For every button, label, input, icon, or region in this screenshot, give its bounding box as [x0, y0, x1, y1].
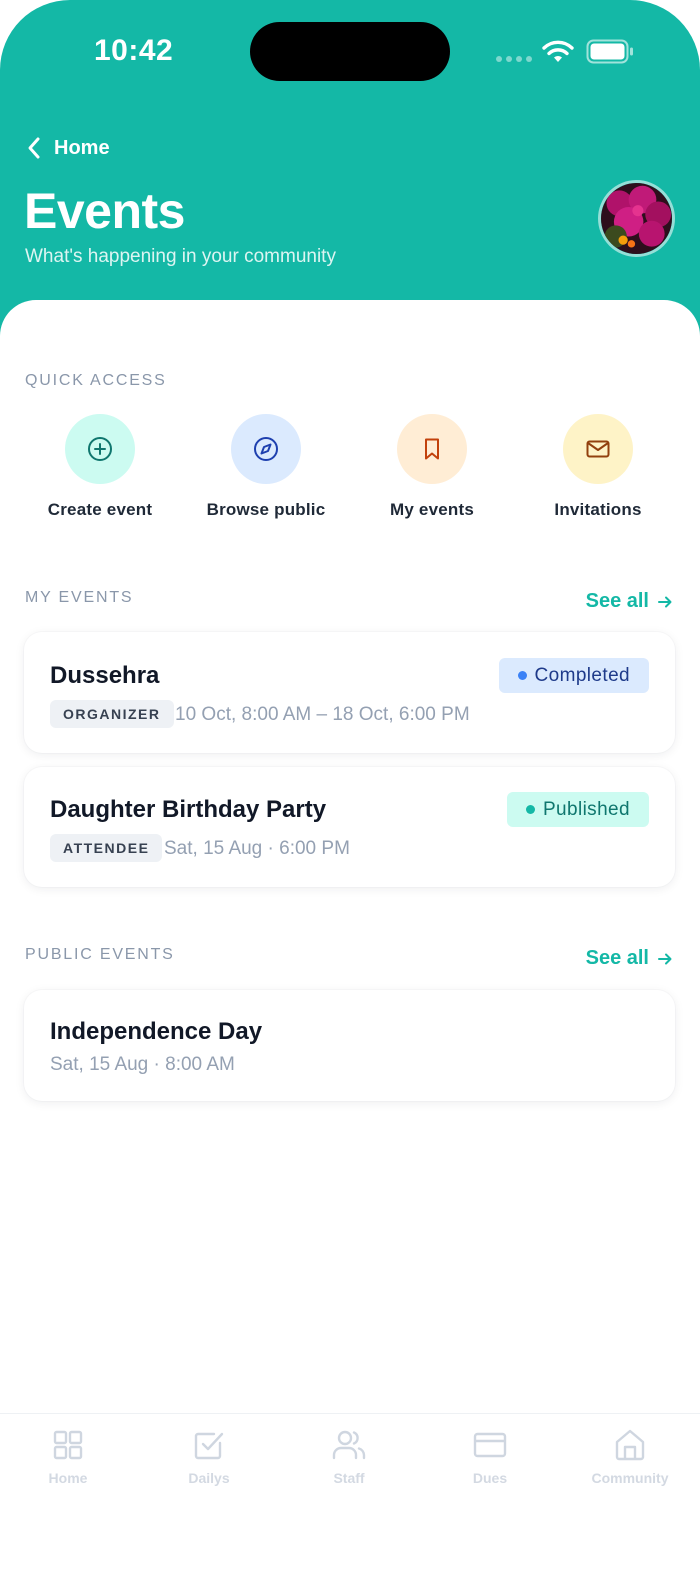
header: 10:42 Home Events What's happening in yo…	[0, 0, 700, 340]
app-screen: 10:42 Home Events What's happening in yo…	[0, 0, 700, 1571]
event-title: Dussehra	[50, 662, 160, 689]
role-badge: ORGANIZER	[50, 700, 174, 728]
back-button[interactable]: Home	[26, 136, 110, 160]
quick-create-event[interactable]: Create event	[17, 414, 183, 520]
mail-icon	[586, 440, 610, 458]
event-datetime: 10 Oct, 8:00 AM – 18 Oct, 6:00 PM	[175, 704, 470, 725]
tab-dailys[interactable]: Dailys	[149, 1428, 269, 1486]
compass-icon	[254, 437, 278, 461]
cellular-signal-icon	[496, 56, 532, 62]
back-label: Home	[54, 136, 110, 159]
bottom-tab-bar: Home Dailys Staff Dues Community	[0, 1413, 700, 1571]
event-title: Independence Day	[50, 1018, 263, 1045]
quick-access-label-create: Create event	[47, 500, 153, 519]
users-icon	[332, 1430, 366, 1460]
event-datetime: Sat, 15 Aug · 8:00 AM	[50, 1054, 235, 1075]
bookmark-icon	[425, 438, 439, 460]
event-title: Daughter Birthday Party	[50, 796, 327, 823]
browse-public-circle	[231, 414, 301, 484]
event-card-independence-day[interactable]: Independence Day Sat, 15 Aug · 8:00 AM	[24, 990, 675, 1101]
wifi-icon	[542, 40, 574, 62]
chevron-left-icon	[28, 137, 40, 159]
tab-label: Community	[591, 1470, 669, 1486]
avatar-image	[601, 183, 672, 254]
status-label: Completed	[534, 664, 630, 686]
tab-label: Dues	[472, 1470, 508, 1486]
tab-dues[interactable]: Dues	[430, 1428, 550, 1486]
tab-community[interactable]: Community	[570, 1428, 690, 1486]
event-card-dussehra[interactable]: Dussehra Completed ORGANIZER 10 Oct, 8:0…	[24, 632, 675, 753]
battery-icon	[586, 39, 633, 64]
status-dot	[517, 671, 527, 680]
tab-label: Staff	[333, 1470, 365, 1486]
see-all-label: See all	[585, 947, 649, 969]
grid-icon	[53, 1430, 83, 1460]
my-events-see-all[interactable]: See all	[586, 590, 673, 613]
quick-invitations[interactable]: Invitations	[515, 414, 681, 520]
plus-circle-icon	[88, 437, 112, 461]
checkbox-icon	[194, 1432, 224, 1460]
quick-access-label-browse: Browse public	[206, 500, 326, 519]
arrow-right-icon	[658, 953, 672, 964]
create-event-circle	[65, 414, 135, 484]
page-title: Events	[24, 183, 185, 239]
event-datetime: Sat, 15 Aug · 6:00 PM	[164, 838, 350, 859]
status-badge: Published	[506, 792, 649, 827]
quick-my-events[interactable]: My events	[349, 414, 515, 520]
status-time: 10:42	[94, 34, 174, 67]
quick-browse-public[interactable]: Browse public	[183, 414, 349, 520]
house-icon	[615, 1429, 645, 1461]
invitations-circle	[563, 414, 633, 484]
dynamic-island	[250, 22, 450, 81]
tab-staff[interactable]: Staff	[289, 1428, 409, 1486]
tab-label: Dailys	[188, 1470, 230, 1486]
quick-access-label: QUICK ACCESS	[25, 372, 167, 389]
arrow-right-icon	[658, 596, 672, 607]
status-badge: Completed	[498, 658, 649, 693]
status-label: Published	[542, 798, 630, 820]
avatar[interactable]	[598, 180, 675, 257]
my-events-circle	[397, 414, 467, 484]
quick-access-label-my-events: My events	[389, 500, 474, 519]
page-subtitle: What's happening in your community	[25, 246, 336, 267]
event-card-birthday[interactable]: Daughter Birthday Party Published ATTEND…	[24, 767, 675, 887]
role-badge: ATTENDEE	[50, 834, 163, 862]
quick-access-label-invitations: Invitations	[554, 500, 642, 519]
see-all-label: See all	[585, 590, 649, 612]
tab-home[interactable]: Home	[8, 1428, 128, 1486]
public-events-see-all[interactable]: See all	[586, 947, 673, 970]
card-icon	[473, 1432, 507, 1458]
tab-label: Home	[48, 1470, 88, 1486]
status-dot	[525, 805, 535, 814]
public-events-label: PUBLIC EVENTS	[25, 946, 175, 963]
my-events-label: MY EVENTS	[25, 589, 134, 606]
